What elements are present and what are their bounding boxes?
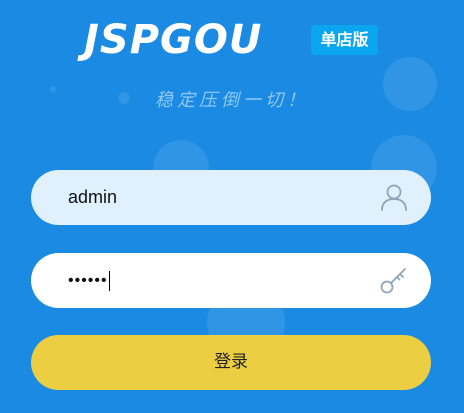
login-button[interactable]: 登录	[31, 335, 431, 390]
password-input[interactable]: ••••••	[68, 253, 368, 308]
username-input[interactable]: admin	[68, 170, 368, 225]
edition-badge: 单店版	[311, 25, 378, 55]
key-icon	[379, 265, 409, 295]
brand-header: JSPGOU 单店版	[0, 16, 464, 64]
slogan: 稳定压倒一切！	[155, 90, 309, 111]
text-caret	[108, 270, 110, 291]
password-field[interactable]: ••••••	[31, 253, 431, 308]
user-icon	[379, 182, 409, 212]
password-mask: ••••••	[68, 272, 108, 289]
username-field[interactable]: admin	[31, 170, 431, 225]
logo: JSPGOU	[84, 17, 263, 63]
